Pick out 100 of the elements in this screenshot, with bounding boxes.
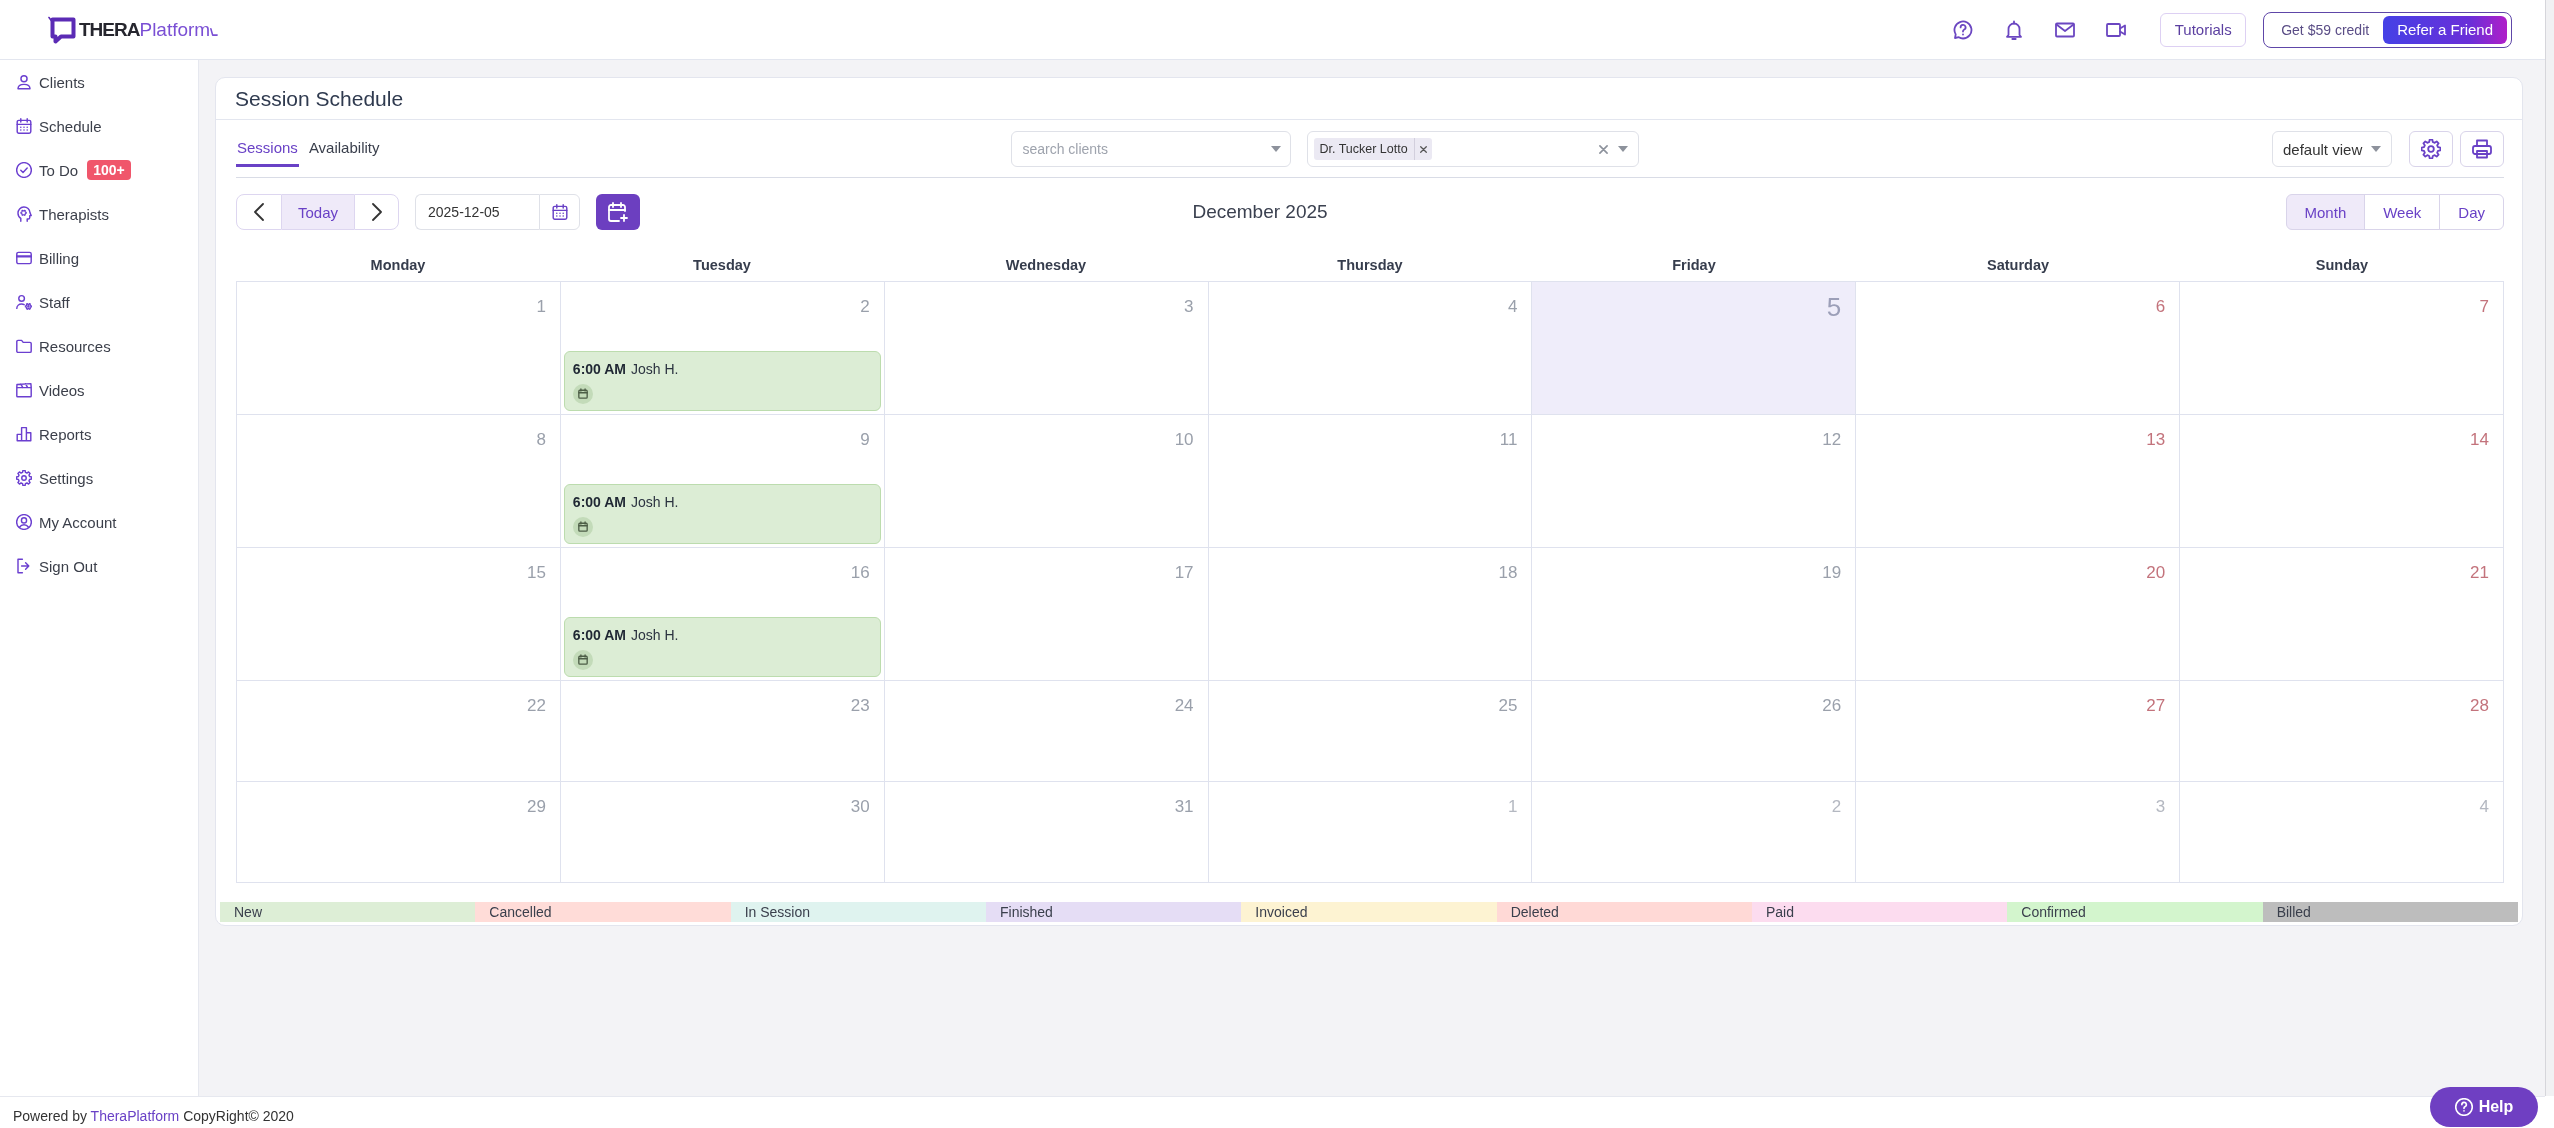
caret-icon bbox=[1618, 146, 1629, 152]
help-icon bbox=[2454, 1098, 2473, 1116]
close-icon[interactable] bbox=[1419, 145, 1427, 153]
day-number: 3 bbox=[1184, 296, 1194, 318]
weekday-header: Wednesday bbox=[1004, 256, 1088, 275]
sidebar-item[interactable]: Resources bbox=[0, 324, 198, 368]
view-tab[interactable]: Week bbox=[2364, 194, 2441, 230]
caret-icon bbox=[1271, 146, 1282, 152]
sidebar-item[interactable]: Reports bbox=[0, 412, 198, 456]
sidebar-item[interactable]: Settings bbox=[0, 456, 198, 500]
settings-icon bbox=[16, 470, 32, 486]
day-number: 24 bbox=[1174, 695, 1194, 717]
view-select[interactable]: default view bbox=[2272, 131, 2392, 167]
day-number: 2 bbox=[860, 296, 870, 318]
sign-out-icon bbox=[16, 558, 32, 574]
chevron-right-icon bbox=[371, 203, 382, 221]
next-button[interactable] bbox=[354, 194, 399, 230]
weekday-header: Tuesday bbox=[692, 256, 752, 275]
day-number: 2 bbox=[1831, 796, 1842, 818]
session-event[interactable]: 6:00 AM Josh H. bbox=[563, 351, 881, 411]
folder-icon bbox=[16, 338, 32, 354]
status-legend-item: Finished bbox=[986, 902, 1242, 922]
refer-friend-button[interactable]: Refer a Friend bbox=[2383, 15, 2507, 44]
sidebar-item[interactable]: Sign Out bbox=[0, 544, 198, 588]
weekday-header: Sunday bbox=[2314, 256, 2370, 275]
sidebar-item[interactable]: Videos bbox=[0, 368, 198, 412]
status-legend-item: Deleted bbox=[1496, 902, 1752, 922]
day-number: 21 bbox=[2470, 562, 2489, 584]
clapperboard-icon bbox=[16, 382, 32, 398]
date-field[interactable]: 2025-12-05 bbox=[415, 194, 539, 230]
day-number: 17 bbox=[1174, 562, 1194, 584]
chevron-left-icon bbox=[254, 203, 264, 221]
settings-icon bbox=[2421, 139, 2441, 159]
footer-link[interactable]: TheraPlatform bbox=[90, 1108, 180, 1124]
caret-icon bbox=[2371, 146, 2381, 152]
day-number: 13 bbox=[2146, 429, 2166, 451]
bar-chart-icon bbox=[16, 426, 32, 442]
search-field[interactable]: search clients bbox=[1011, 131, 1292, 167]
day-number: 7 bbox=[2479, 296, 2489, 318]
sidebar-item[interactable]: Therapists bbox=[0, 192, 198, 236]
view-tab[interactable]: Month bbox=[2285, 194, 2366, 230]
session-event[interactable]: 6:00 AM Josh H. bbox=[563, 484, 881, 544]
day-number: 8 bbox=[536, 429, 546, 451]
day-number: 1 bbox=[1507, 796, 1518, 818]
bell-icon[interactable] bbox=[2004, 19, 2025, 40]
tutorials-button[interactable]: Tutorials bbox=[2160, 12, 2247, 47]
day-number: 14 bbox=[2470, 429, 2489, 451]
status-legend-item: New bbox=[220, 902, 476, 922]
day-number: 16 bbox=[850, 562, 870, 584]
accent-mark-icon bbox=[210, 27, 219, 36]
therapist-select[interactable]: Dr. Tucker Lotto bbox=[1307, 131, 1640, 167]
status-legend-item: Confirmed bbox=[2007, 902, 2263, 922]
calendar-button[interactable] bbox=[539, 194, 580, 230]
day-number: 26 bbox=[1822, 695, 1842, 717]
status-legend-item: Invoiced bbox=[1241, 902, 1497, 922]
day-number: 22 bbox=[526, 695, 546, 717]
day-number: 19 bbox=[1822, 562, 1842, 584]
day-number: 5 bbox=[1826, 296, 1842, 318]
print-button[interactable] bbox=[2460, 131, 2504, 167]
tag-label: Dr. Tucker Lotto bbox=[1318, 142, 1409, 156]
day-number: 9 bbox=[860, 429, 870, 451]
event-time: 6:00 AM bbox=[572, 494, 626, 511]
day-number: 30 bbox=[850, 796, 870, 818]
day-number: 4 bbox=[2479, 796, 2489, 818]
sidebar-item[interactable]: Billing bbox=[0, 236, 198, 280]
day-number: 11 bbox=[1499, 429, 1518, 451]
credit-card-icon bbox=[16, 250, 32, 266]
day-number: 12 bbox=[1822, 429, 1842, 451]
status-legend-item: Cancelled bbox=[475, 902, 731, 922]
sidebar-item[interactable]: Staff bbox=[0, 280, 198, 324]
tab[interactable]: Sessions bbox=[236, 131, 299, 167]
help-button[interactable]: Help bbox=[2430, 1087, 2538, 1127]
day-number: 4 bbox=[1507, 296, 1518, 318]
calendar-plus-icon bbox=[608, 202, 628, 222]
add-session-button[interactable] bbox=[596, 194, 640, 230]
sidebar-item[interactable]: My Account bbox=[0, 500, 198, 544]
settings-button[interactable] bbox=[2409, 131, 2453, 167]
count-badge: 100+ bbox=[87, 160, 131, 180]
weekday-header: Saturday bbox=[1985, 256, 2051, 275]
status-legend-item: Billed bbox=[2262, 902, 2518, 922]
day-number: 15 bbox=[526, 562, 546, 584]
event-time: 6:00 AM bbox=[572, 627, 626, 644]
previous-button[interactable] bbox=[236, 194, 282, 230]
day-number: 3 bbox=[2155, 796, 2166, 818]
calendar-icon bbox=[16, 118, 32, 134]
session-event[interactable]: 6:00 AM Josh H. bbox=[563, 617, 881, 677]
sidebar-item[interactable]: To Do 100+ bbox=[0, 148, 198, 192]
sidebar-item[interactable]: Schedule bbox=[0, 104, 198, 148]
day-number: 20 bbox=[2146, 562, 2166, 584]
sidebar-item[interactable]: Clients bbox=[0, 60, 198, 104]
view-tab[interactable]: Day bbox=[2439, 194, 2504, 230]
close-icon[interactable] bbox=[1599, 144, 1609, 154]
event-time: 6:00 AM bbox=[572, 361, 626, 378]
event-client: Josh H. bbox=[631, 494, 679, 511]
event-client: Josh H. bbox=[631, 361, 679, 378]
calendar-icon bbox=[572, 384, 593, 404]
today-button[interactable]: Today bbox=[282, 194, 354, 230]
tab[interactable]: Availability bbox=[307, 131, 381, 167]
credit-offer: Get $59 credit bbox=[2281, 21, 2370, 38]
help-icon[interactable] bbox=[1953, 19, 1974, 40]
